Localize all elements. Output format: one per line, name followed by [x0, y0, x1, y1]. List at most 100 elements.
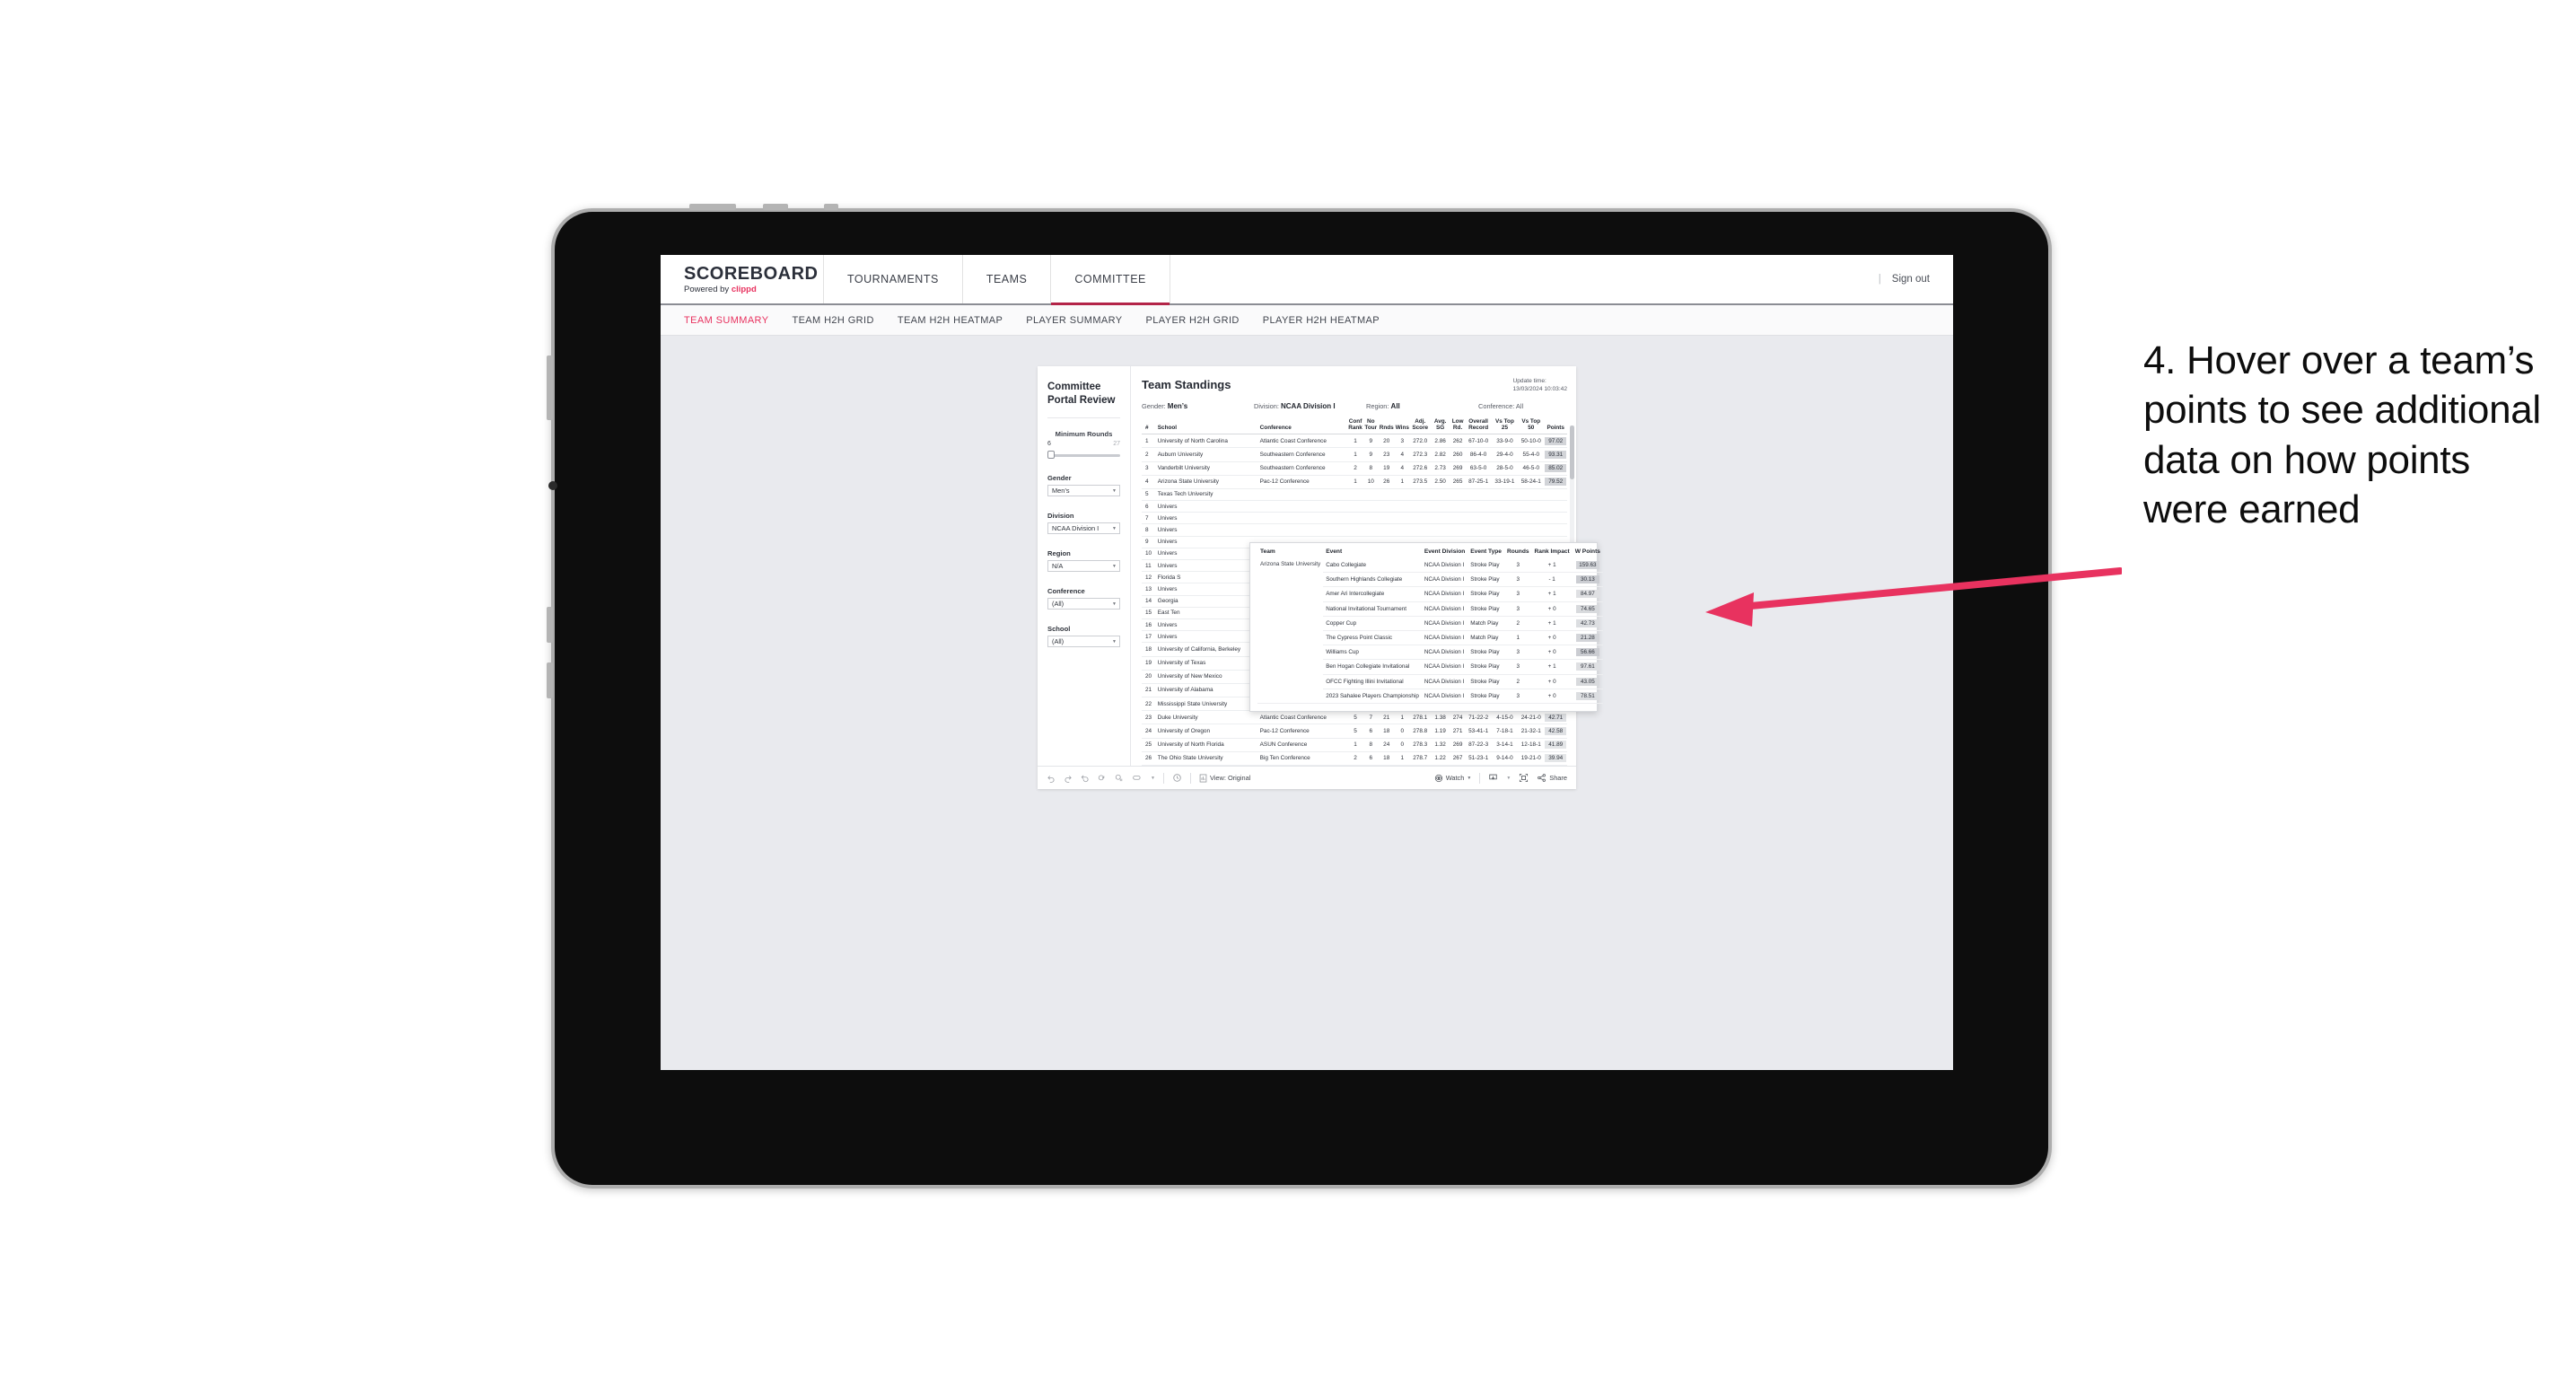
- cell-rank: 7: [1142, 512, 1154, 525]
- nav-item-tournaments[interactable]: TOURNAMENTS: [824, 255, 963, 303]
- tooltip-event-type: Stroke Play: [1468, 586, 1504, 602]
- share-button[interactable]: Share: [1537, 773, 1567, 783]
- breadcrumb-region-label: Region:: [1366, 401, 1389, 410]
- cell-rank: 9: [1142, 536, 1154, 548]
- col-rnds[interactable]: Rnds: [1378, 417, 1395, 435]
- cell-low-rd: 274: [1450, 710, 1466, 725]
- highlight-icon[interactable]: [1132, 774, 1143, 783]
- cell-points[interactable]: [1544, 500, 1567, 513]
- cell-points[interactable]: [1544, 512, 1567, 525]
- points-value[interactable]: 41.89: [1545, 741, 1566, 750]
- tab-team-h2h-grid[interactable]: TEAM H2H GRID: [792, 315, 873, 326]
- cell-conference: Pac-12 Conference: [1256, 475, 1348, 489]
- highlight-chevron-icon[interactable]: ▼: [1151, 776, 1155, 781]
- points-value[interactable]: 93.31: [1545, 450, 1566, 459]
- revert-icon[interactable]: [1081, 774, 1090, 783]
- col-school[interactable]: School: [1153, 417, 1257, 435]
- download-icon[interactable]: [1488, 773, 1498, 783]
- cell-points[interactable]: 39.94: [1544, 751, 1567, 767]
- cell-vs-top-50: 50-10-0: [1518, 434, 1545, 449]
- cell-points[interactable]: 41.89: [1544, 738, 1567, 752]
- col-conference[interactable]: Conference: [1256, 417, 1348, 435]
- cell-points[interactable]: 93.31: [1544, 447, 1567, 462]
- cell-points[interactable]: 97.02: [1544, 434, 1567, 449]
- pause-updates-icon[interactable]: [1115, 774, 1124, 783]
- redo-icon[interactable]: [1064, 774, 1073, 783]
- sign-out-link[interactable]: Sign out: [1892, 274, 1930, 285]
- undo-icon[interactable]: [1047, 774, 1056, 783]
- slider-handle[interactable]: [1047, 451, 1055, 460]
- col-adj-score[interactable]: Adj. Score: [1409, 417, 1431, 435]
- tooltip-event-type: Stroke Play: [1468, 601, 1504, 617]
- history-icon[interactable]: [1172, 773, 1182, 783]
- tab-player-h2h-grid[interactable]: PLAYER H2H GRID: [1146, 315, 1240, 326]
- col-conf-rank[interactable]: Conf Rank: [1347, 417, 1363, 435]
- table-row[interactable]: 25 University of North Florida ASUN Confer…: [1142, 738, 1567, 752]
- col-vs-top-50[interactable]: Vs Top 50: [1518, 417, 1545, 435]
- tab-team-h2h-heatmap[interactable]: TEAM H2H HEATMAP: [898, 315, 1003, 326]
- download-chevron-icon[interactable]: ▼: [1506, 776, 1511, 781]
- nav-item-committee[interactable]: COMMITTEE: [1051, 255, 1170, 305]
- col-rank[interactable]: #: [1142, 417, 1154, 435]
- points-value[interactable]: 85.02: [1545, 464, 1566, 473]
- top-bar-right: | Sign out: [1879, 255, 1953, 303]
- tooltip-w-points: 84.97: [1572, 586, 1603, 602]
- minimum-rounds-slider[interactable]: [1047, 451, 1120, 460]
- tooltip-rank-impact: + 1: [1531, 616, 1573, 631]
- col-overall-record[interactable]: Overall Record: [1465, 417, 1492, 435]
- cell-points[interactable]: 79.52: [1544, 475, 1567, 489]
- points-value[interactable]: 42.71: [1545, 713, 1566, 722]
- cell-rnds: 20: [1378, 434, 1395, 449]
- cell-points[interactable]: 42.71: [1544, 710, 1567, 725]
- col-no-tour[interactable]: No Tour: [1362, 417, 1379, 435]
- watch-button[interactable]: Watch ▼: [1434, 774, 1471, 783]
- cell-points[interactable]: [1544, 523, 1567, 537]
- scrollbar-thumb[interactable]: [1570, 425, 1574, 479]
- tooltip-w-points-value: 84.97: [1575, 590, 1599, 599]
- table-row[interactable]: 26 The Ohio State University Big Ten Confe…: [1142, 751, 1567, 767]
- tooltip-event-type: Stroke Play: [1468, 659, 1504, 675]
- gender-select[interactable]: Men’s ▼: [1047, 485, 1120, 497]
- school-select[interactable]: (All) ▼: [1047, 636, 1120, 648]
- points-value[interactable]: 97.02: [1545, 436, 1566, 445]
- table-row[interactable]: 24 University of Oregon Pac-12 Conference 5…: [1142, 724, 1567, 739]
- app-logo[interactable]: SCOREBOARD Powered by clippd: [661, 255, 824, 303]
- table-row[interactable]: 8 Univers: [1142, 523, 1567, 537]
- table-row[interactable]: 5 Texas Tech University: [1142, 488, 1567, 502]
- points-value[interactable]: 42.58: [1545, 727, 1566, 736]
- table-row[interactable]: 7 Univers: [1142, 512, 1567, 525]
- conference-select[interactable]: (All) ▼: [1047, 598, 1120, 610]
- fullscreen-icon[interactable]: [1519, 773, 1529, 783]
- nav-item-teams[interactable]: TEAMS: [963, 255, 1052, 303]
- cell-points[interactable]: 85.02: [1544, 461, 1567, 476]
- points-value[interactable]: 79.52: [1545, 478, 1566, 487]
- cell-rank: 22: [1142, 697, 1154, 712]
- table-row[interactable]: 23 Duke University Atlantic Coast Conferen…: [1142, 710, 1567, 725]
- col-wins[interactable]: Wins: [1394, 417, 1410, 435]
- tab-player-h2h-heatmap[interactable]: PLAYER H2H HEATMAP: [1263, 315, 1380, 326]
- points-value[interactable]: 39.94: [1545, 754, 1566, 763]
- region-select[interactable]: N/A ▼: [1047, 560, 1120, 573]
- app-top-bar: SCOREBOARD Powered by clippd TOURNAMENTS…: [661, 255, 1953, 305]
- tab-team-summary[interactable]: TEAM SUMMARY: [684, 315, 768, 326]
- view-original-button[interactable]: View: Original: [1199, 774, 1250, 783]
- cell-points[interactable]: [1544, 488, 1567, 502]
- col-points[interactable]: Points: [1544, 417, 1567, 435]
- cell-adj-score: 278.1: [1409, 710, 1431, 725]
- device-button-volume-down: [547, 662, 553, 698]
- cell-points[interactable]: 42.58: [1544, 724, 1567, 739]
- col-avg-sg[interactable]: Avg. SG: [1430, 417, 1450, 435]
- division-select[interactable]: NCAA Division I ▼: [1047, 522, 1120, 535]
- table-row[interactable]: 2 Auburn University Southeastern Conferenc…: [1142, 447, 1567, 462]
- filter-division: Division NCAA Division I ▼: [1047, 512, 1120, 535]
- refresh-icon[interactable]: [1098, 774, 1107, 783]
- tab-player-summary[interactable]: PLAYER SUMMARY: [1026, 315, 1122, 326]
- cell-vs-top-25: 29-4-0: [1491, 447, 1519, 462]
- col-vs-top-25[interactable]: Vs Top 25: [1491, 417, 1519, 435]
- table-row[interactable]: 4 Arizona State University Pac-12 Conferen…: [1142, 475, 1567, 489]
- table-row[interactable]: 3 Vanderbilt University Southeastern Confe…: [1142, 461, 1567, 476]
- table-row[interactable]: 6 Univers: [1142, 500, 1567, 513]
- table-row[interactable]: 1 University of North Carolina Atlantic Co…: [1142, 434, 1567, 449]
- col-low-rd[interactable]: Low Rd.: [1450, 417, 1466, 435]
- breadcrumb-region-value: All: [1390, 401, 1400, 410]
